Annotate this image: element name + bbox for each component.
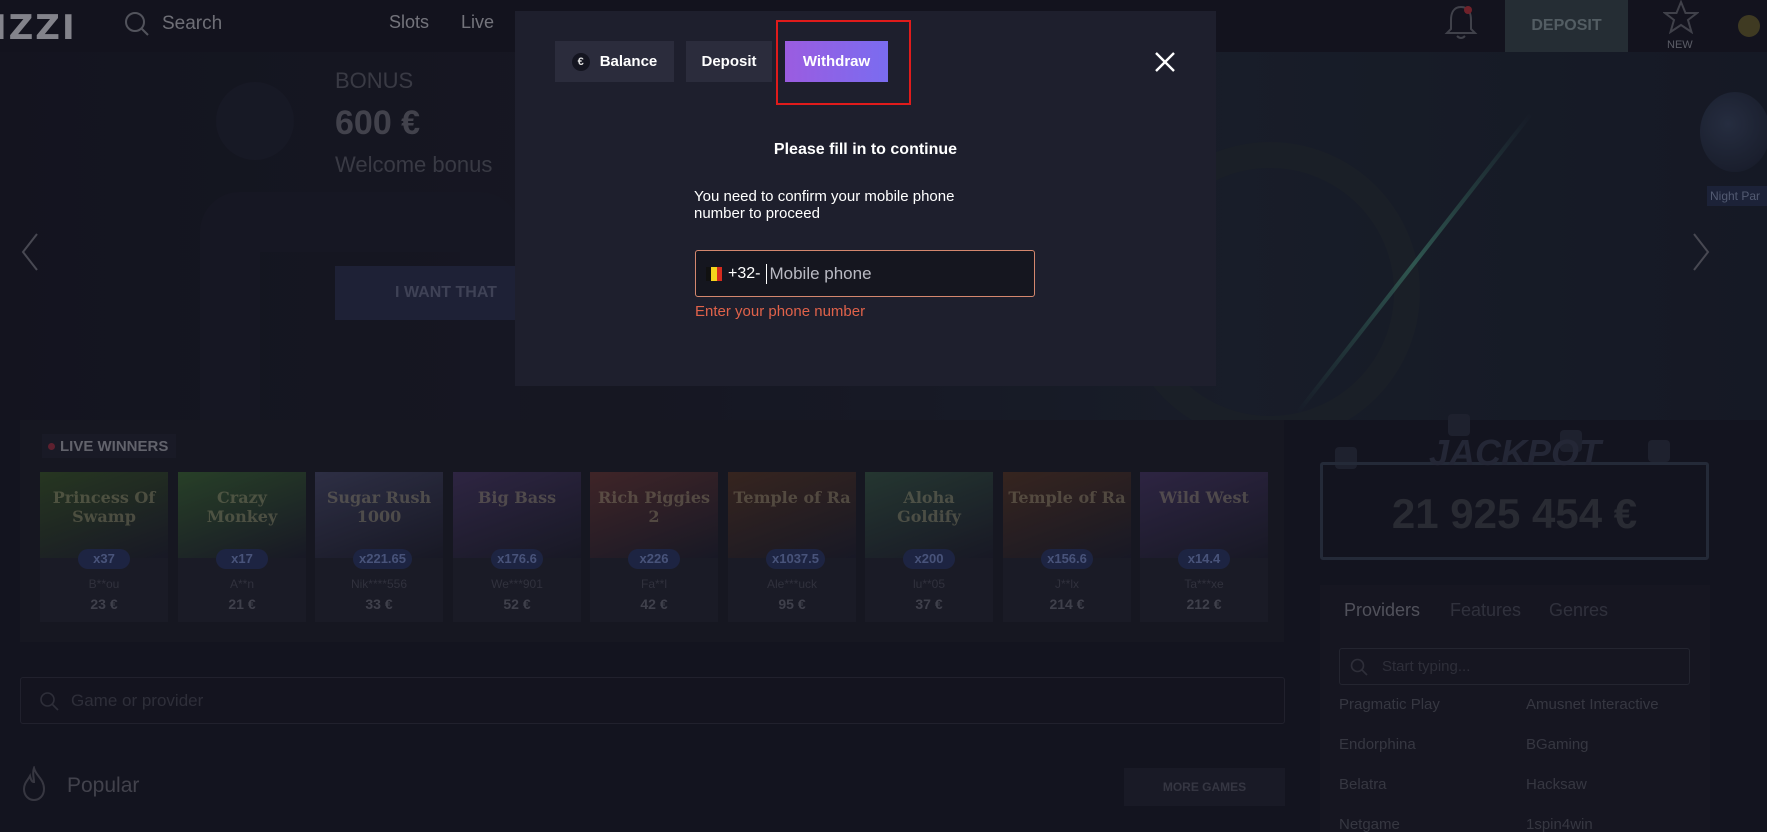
casino-page: IZZI Search Slots Live DEPOSIT NEW BONUS… bbox=[0, 0, 1767, 832]
text-caret bbox=[766, 263, 768, 284]
mobile-phone-input[interactable] bbox=[769, 263, 1000, 284]
phone-error-message: Enter your phone number bbox=[695, 303, 866, 320]
modal-title: Please fill in to continue bbox=[773, 141, 958, 158]
tab-balance[interactable]: € Balance bbox=[555, 41, 674, 82]
belgium-flag-icon[interactable] bbox=[706, 266, 722, 281]
phone-field[interactable]: +32- bbox=[695, 250, 1035, 297]
tab-deposit[interactable]: Deposit bbox=[686, 41, 772, 82]
tab-balance-label: Balance bbox=[599, 53, 658, 70]
close-icon[interactable] bbox=[1152, 49, 1178, 75]
modal-description: You need to confirm your mobile phone nu… bbox=[694, 188, 955, 222]
withdraw-highlight-box bbox=[776, 20, 911, 105]
phone-prefix: +32- bbox=[728, 264, 761, 282]
euro-icon: € bbox=[571, 52, 590, 71]
